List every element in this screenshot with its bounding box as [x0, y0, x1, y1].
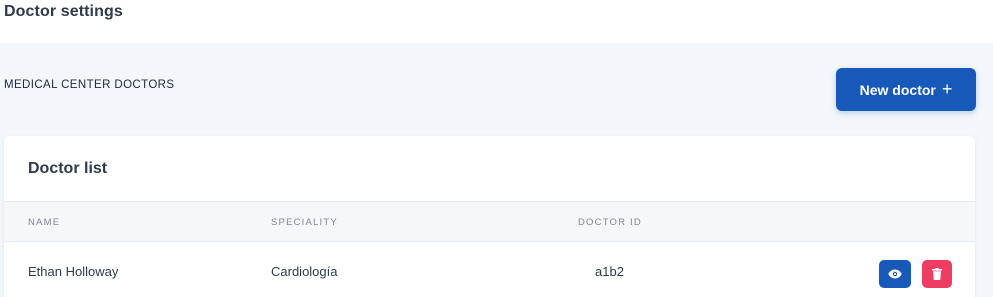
- table-header: NAME SPECIALITY DOCTOR ID: [4, 201, 975, 242]
- column-header-speciality: SPECIALITY: [271, 217, 338, 228]
- doctor-list-card: Doctor list NAME SPECIALITY DOCTOR ID Et…: [4, 136, 975, 297]
- card-title: Doctor list: [28, 160, 108, 177]
- doctor-id: a1b2: [595, 264, 624, 279]
- new-doctor-button-label: New doctor: [859, 81, 936, 98]
- page-title: Doctor settings: [4, 3, 123, 20]
- doctor-speciality: Cardiología: [271, 264, 338, 279]
- doctor-name: Ethan Holloway: [28, 264, 119, 279]
- main-content: MEDICAL CENTER DOCTORS New doctor + Doct…: [0, 43, 993, 297]
- delete-doctor-button[interactable]: [922, 260, 952, 288]
- section-label: MEDICAL CENTER DOCTORS: [4, 79, 175, 91]
- new-doctor-button[interactable]: New doctor +: [836, 68, 976, 111]
- plus-icon: +: [941, 79, 953, 99]
- view-doctor-button[interactable]: [879, 260, 911, 288]
- trash-icon: [932, 268, 942, 280]
- column-header-name: NAME: [28, 217, 61, 228]
- top-bar: Doctor settings: [0, 0, 993, 43]
- table-row: Ethan Holloway Cardiología a1b2: [4, 242, 975, 297]
- eye-icon: [888, 269, 902, 279]
- column-header-doctor-id: DOCTOR ID: [578, 217, 642, 228]
